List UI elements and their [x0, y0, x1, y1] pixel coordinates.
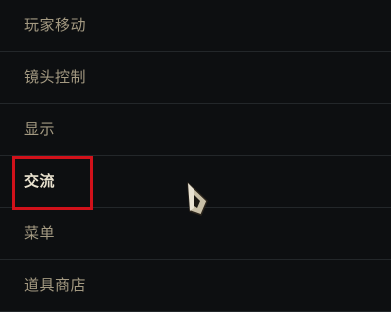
arrow-cursor-icon — [183, 181, 213, 221]
menu-item-label: 显示 — [24, 120, 56, 138]
menu-item-label: 玩家移动 — [24, 16, 87, 34]
settings-category-menu: 玩家移动 镜头控制 显示 交流 菜单 道具商店 — [0, 0, 391, 312]
menu-item-item-shop[interactable]: 道具商店 — [0, 260, 391, 312]
menu-item-player-movement[interactable]: 玩家移动 — [0, 0, 391, 52]
menu-item-label: 镜头控制 — [24, 68, 87, 86]
selection-highlight-box — [12, 156, 93, 210]
menu-item-label: 道具商店 — [24, 276, 87, 294]
menu-item-label: 菜单 — [24, 224, 56, 242]
menu-item-display[interactable]: 显示 — [0, 104, 391, 156]
menu-item-camera-control[interactable]: 镜头控制 — [0, 52, 391, 104]
